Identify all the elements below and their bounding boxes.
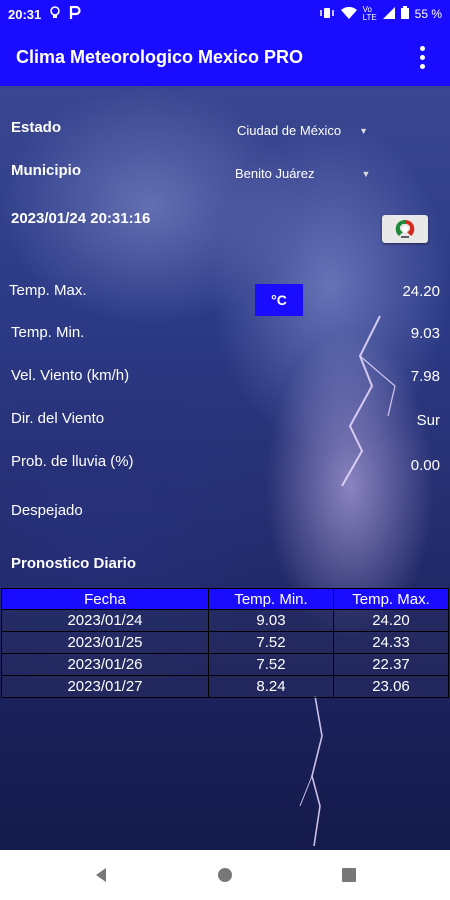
municipio-value: Benito Juárez xyxy=(235,166,315,181)
table-row: 2023/01/26 7.52 22.37 xyxy=(1,653,449,676)
wind-dir-value: Sur xyxy=(416,412,440,429)
wind-speed-label: Vel. Viento (km/h) xyxy=(11,367,130,384)
rain-prob-value: 0.00 xyxy=(410,457,440,474)
vibrate-icon xyxy=(319,7,335,22)
cell-temp-min: 8.24 xyxy=(208,675,334,698)
more-vert-icon[interactable] xyxy=(410,37,434,77)
dropdown-caret-icon: ▼ xyxy=(361,168,371,179)
cell-fecha: 2023/01/26 xyxy=(1,653,209,676)
estado-dropdown[interactable]: Ciudad de México ▼ xyxy=(237,123,368,138)
municipio-dropdown[interactable]: Benito Juárez ▼ xyxy=(235,166,370,181)
status-bar: 20:31 Vo LTE 55 % xyxy=(0,0,450,28)
cell-temp-max: 23.06 xyxy=(333,675,449,698)
wifi-icon xyxy=(340,6,357,22)
municipio-label: Municipio xyxy=(11,162,81,179)
system-nav-bar xyxy=(0,850,450,900)
battery-icon xyxy=(400,6,409,22)
weather-condition: Despejado xyxy=(11,502,83,519)
weather-content: Estado Ciudad de México ▼ Municipio Beni… xyxy=(0,86,450,850)
unit-toggle-button[interactable]: °C xyxy=(255,284,303,316)
header-fecha: Fecha xyxy=(1,588,209,610)
cell-fecha: 2023/01/25 xyxy=(1,631,209,654)
forecast-title: Pronostico Diario xyxy=(11,555,137,572)
wind-speed-value: 7.98 xyxy=(410,368,440,385)
cell-temp-min: 9.03 xyxy=(208,609,334,632)
signal-icon xyxy=(382,6,395,22)
network-type: Vo LTE xyxy=(362,5,377,22)
temp-min-label: Temp. Min. xyxy=(11,324,85,341)
status-time: 20:31 xyxy=(8,6,42,22)
battery-level: 55 % xyxy=(414,7,442,21)
cell-temp-max: 24.20 xyxy=(333,609,449,632)
rain-prob-label: Prob. de lluvia (%) xyxy=(11,453,134,470)
app-bar: Clima Meteorologico Mexico PRO xyxy=(0,28,450,86)
home-icon[interactable] xyxy=(213,863,237,887)
cell-fecha: 2023/01/27 xyxy=(1,675,209,698)
cell-temp-max: 24.33 xyxy=(333,631,449,654)
cell-fecha: 2023/01/24 xyxy=(1,609,209,632)
flag-button[interactable] xyxy=(382,215,428,243)
lightbulb-icon xyxy=(49,5,61,23)
table-row: 2023/01/25 7.52 24.33 xyxy=(1,631,449,654)
parking-icon xyxy=(69,5,81,23)
wind-dir-label: Dir. del Viento xyxy=(11,410,105,427)
dropdown-caret-icon: ▼ xyxy=(359,125,368,136)
temp-max-label: Temp. Max. xyxy=(9,282,87,299)
header-temp-max: Temp. Max. xyxy=(333,588,449,610)
back-icon[interactable] xyxy=(89,863,113,887)
temp-max-value: 24.20 xyxy=(402,283,440,300)
estado-value: Ciudad de México xyxy=(237,123,342,138)
app-title: Clima Meteorologico Mexico PRO xyxy=(16,46,304,67)
table-header-row: Fecha Temp. Min. Temp. Max. xyxy=(1,588,449,610)
temp-min-value: 9.03 xyxy=(410,325,440,342)
table-row: 2023/01/24 9.03 24.20 xyxy=(1,609,449,632)
header-temp-min: Temp. Min. xyxy=(208,588,334,610)
datetime: 2023/01/24 20:31:16 xyxy=(11,210,151,227)
cell-temp-min: 7.52 xyxy=(208,631,334,654)
recents-icon[interactable] xyxy=(337,863,361,887)
table-row: 2023/01/27 8.24 23.06 xyxy=(1,675,449,698)
forecast-table: Fecha Temp. Min. Temp. Max. 2023/01/24 9… xyxy=(1,588,449,698)
cell-temp-max: 22.37 xyxy=(333,653,449,676)
cell-temp-min: 7.52 xyxy=(208,653,334,676)
estado-label: Estado xyxy=(11,119,62,136)
mexico-flag-icon xyxy=(395,219,415,238)
